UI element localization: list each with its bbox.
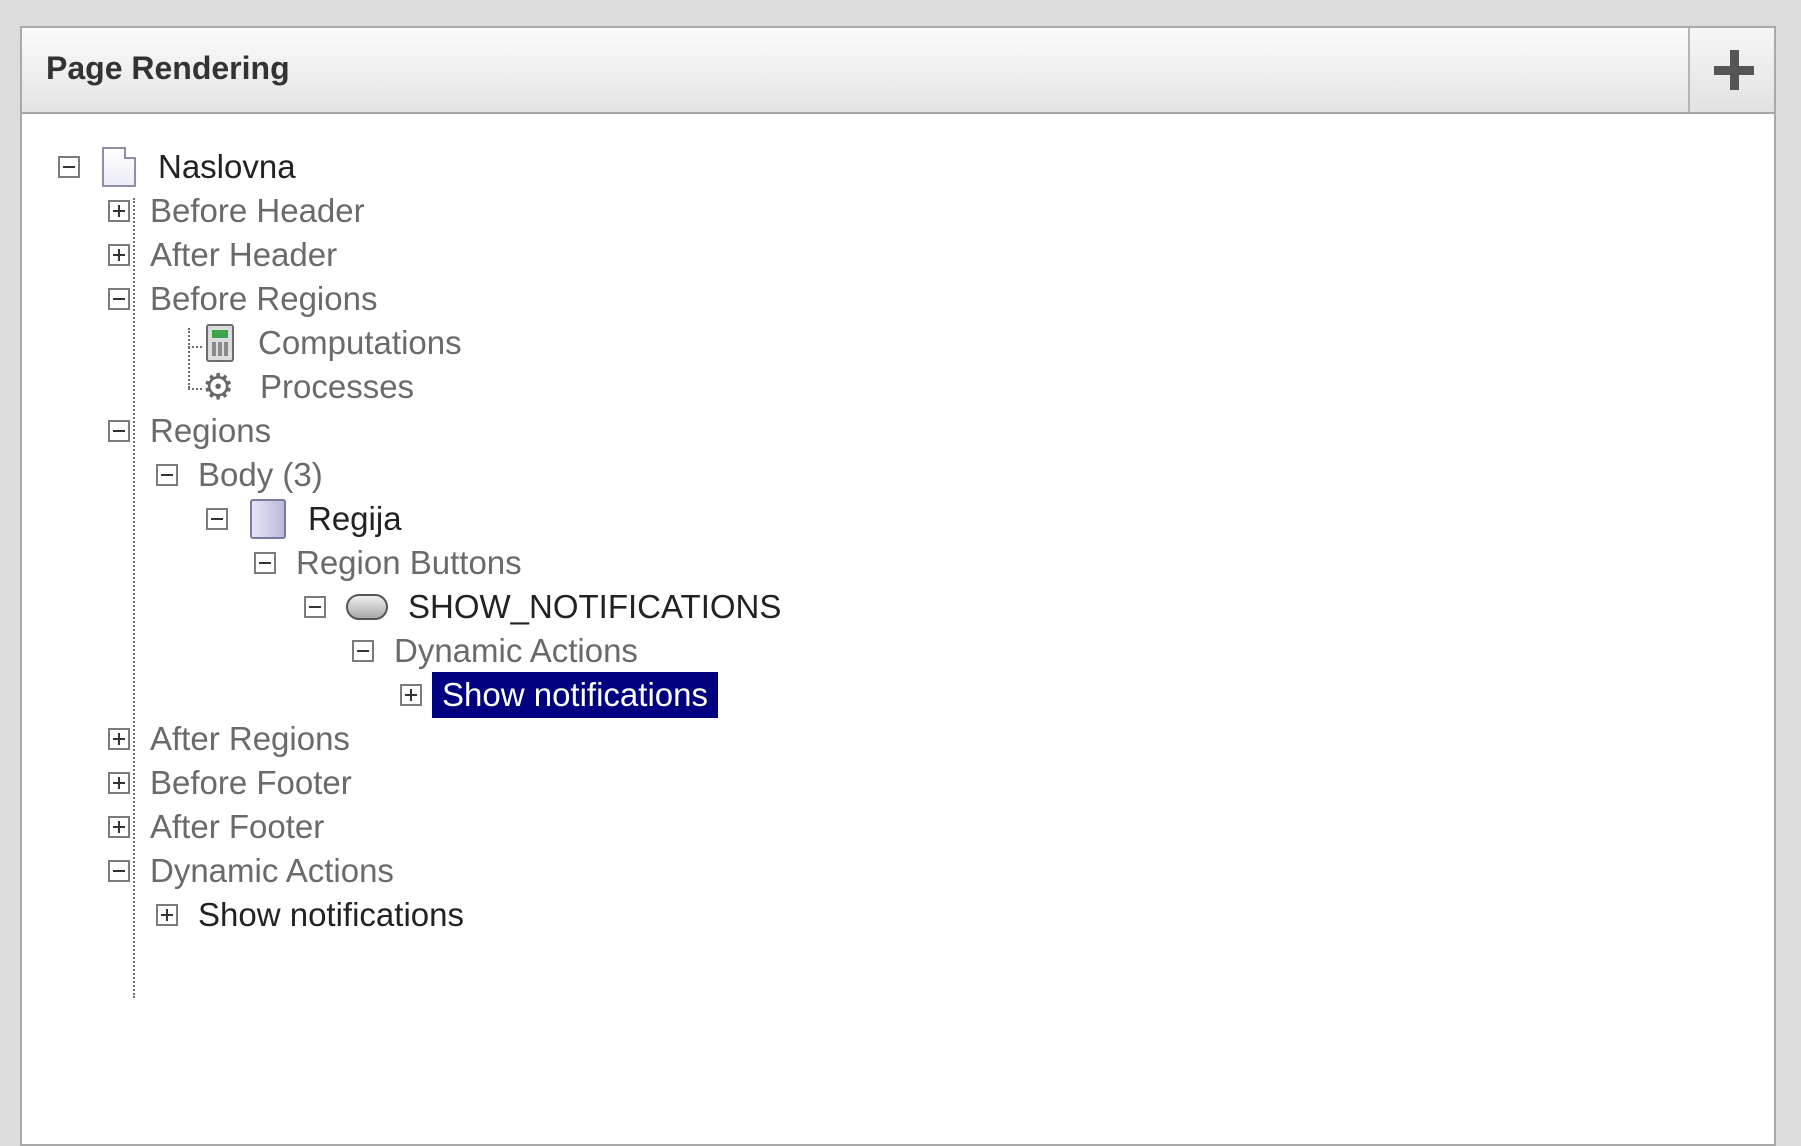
tree-node-label[interactable]: Regija xyxy=(308,500,402,538)
expand-toggle-icon[interactable] xyxy=(400,684,422,706)
button-icon xyxy=(346,594,388,620)
tree-node-label[interactable]: Before Header xyxy=(150,192,365,230)
tree-node-computations[interactable]: Computations xyxy=(206,318,462,368)
collapse-toggle-icon[interactable] xyxy=(206,508,228,530)
tree-node-label[interactable]: Processes xyxy=(260,368,414,406)
tree-connector xyxy=(188,328,190,388)
expand-toggle-icon[interactable] xyxy=(108,816,130,838)
tree-node-label[interactable]: Before Regions xyxy=(150,280,377,318)
tree-node-show-notifications-button[interactable]: SHOW_NOTIFICATIONS xyxy=(304,582,781,632)
expand-toggle-icon[interactable] xyxy=(108,772,130,794)
tree-node-after-header[interactable]: After Header xyxy=(108,230,337,280)
tree-connector xyxy=(188,388,202,390)
tree-node-naslovna[interactable]: Naslovna xyxy=(58,142,296,192)
expand-toggle-icon[interactable] xyxy=(156,904,178,926)
tree-node-before-regions[interactable]: Before Regions xyxy=(108,274,377,324)
panel-title: Page Rendering xyxy=(46,50,290,86)
collapse-toggle-icon[interactable] xyxy=(156,464,178,486)
tree-node-show-notifications-da[interactable]: Show notifications xyxy=(156,890,464,940)
add-button[interactable] xyxy=(1688,28,1774,112)
tree-node-label[interactable]: After Footer xyxy=(150,808,324,846)
tree-node-after-footer[interactable]: After Footer xyxy=(108,802,324,852)
tree-node-label-selected[interactable]: Show notifications xyxy=(432,672,718,718)
tree-node-after-regions[interactable]: After Regions xyxy=(108,714,350,764)
tree-node-label[interactable]: Computations xyxy=(258,324,462,362)
tree-node-dynamic-actions[interactable]: Dynamic Actions xyxy=(108,846,394,896)
tree-node-label[interactable]: Regions xyxy=(150,412,271,450)
tree-node-label[interactable]: Show notifications xyxy=(198,896,464,934)
tree-node-label[interactable]: Body (3) xyxy=(198,456,323,494)
tree-node-before-header[interactable]: Before Header xyxy=(108,186,365,236)
tree-node-body[interactable]: Body (3) xyxy=(156,450,323,500)
tree-node-label[interactable]: After Header xyxy=(150,236,337,274)
tree-node-label[interactable]: After Regions xyxy=(150,720,350,758)
tree-node-label[interactable]: Before Footer xyxy=(150,764,352,802)
collapse-toggle-icon[interactable] xyxy=(352,640,374,662)
expand-toggle-icon[interactable] xyxy=(108,244,130,266)
tree-node-label[interactable]: Dynamic Actions xyxy=(150,852,394,890)
region-icon xyxy=(250,499,286,539)
tree-node-show-notifications-selected[interactable]: Show notifications xyxy=(400,670,718,720)
tree-node-dynamic-actions-inner[interactable]: Dynamic Actions xyxy=(352,626,638,676)
collapse-toggle-icon[interactable] xyxy=(108,420,130,442)
tree-connector xyxy=(188,346,202,348)
tree-node-label[interactable]: Region Buttons xyxy=(296,544,522,582)
collapse-toggle-icon[interactable] xyxy=(58,156,80,178)
collapse-toggle-icon[interactable] xyxy=(304,596,326,618)
tree-node-regija[interactable]: Regija xyxy=(206,494,402,544)
tree-node-label[interactable]: Naslovna xyxy=(158,148,296,186)
tree-node-label[interactable]: Dynamic Actions xyxy=(394,632,638,670)
gear-icon: ⚙ xyxy=(202,366,235,407)
panel-header: Page Rendering xyxy=(22,28,1774,114)
page-icon xyxy=(102,147,136,187)
tree-node-processes[interactable]: ⚙ Processes xyxy=(202,362,414,412)
expand-toggle-icon[interactable] xyxy=(108,200,130,222)
calculator-icon xyxy=(206,324,234,362)
tree-node-region-buttons[interactable]: Region Buttons xyxy=(254,538,522,588)
tree-node-before-footer[interactable]: Before Footer xyxy=(108,758,352,808)
collapse-toggle-icon[interactable] xyxy=(254,552,276,574)
expand-toggle-icon[interactable] xyxy=(108,728,130,750)
plus-icon xyxy=(1714,50,1754,90)
collapse-toggle-icon[interactable] xyxy=(108,288,130,310)
page-rendering-panel: Page Rendering Naslovna Before Header Af… xyxy=(20,26,1776,1146)
collapse-toggle-icon[interactable] xyxy=(108,860,130,882)
tree-node-label[interactable]: SHOW_NOTIFICATIONS xyxy=(408,588,781,626)
tree-node-regions[interactable]: Regions xyxy=(108,406,271,456)
